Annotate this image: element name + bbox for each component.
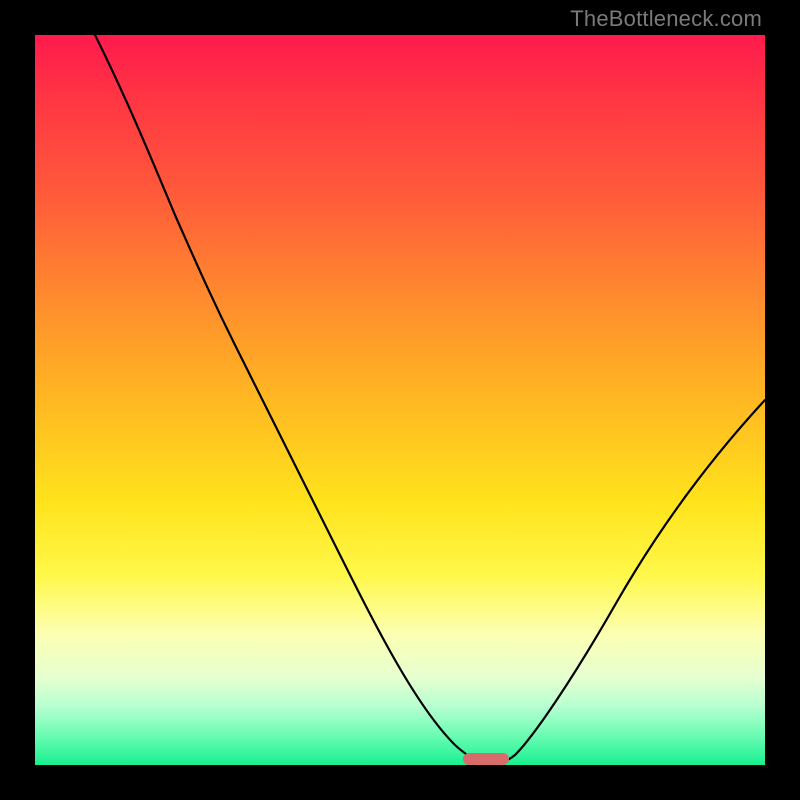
minimum-marker <box>463 753 509 765</box>
watermark-text: TheBottleneck.com <box>570 6 762 32</box>
bottleneck-curve <box>35 35 765 765</box>
curve-path <box>95 35 765 764</box>
plot-area <box>35 35 765 765</box>
chart-frame: TheBottleneck.com <box>0 0 800 800</box>
